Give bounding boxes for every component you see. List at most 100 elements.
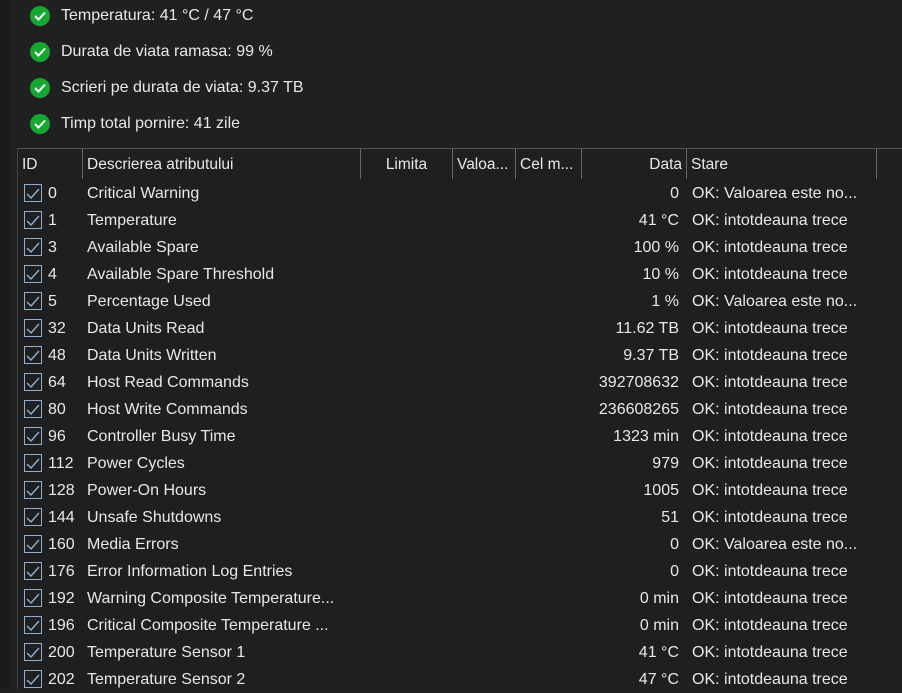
row-checkbox[interactable]: [24, 265, 42, 283]
column-header-0[interactable]: ID: [18, 149, 83, 179]
row-checkbox[interactable]: [24, 643, 42, 661]
row-checkbox[interactable]: [24, 211, 42, 229]
row-description: Media Errors: [87, 536, 179, 553]
summary-text: Scrieri pe durata de viata: 9.37 TB: [61, 79, 304, 96]
row-id: 160: [48, 536, 75, 553]
table-row[interactable]: 196 Critical Composite Temperature ... 0 m…: [18, 612, 902, 639]
row-id: 128: [48, 482, 75, 499]
table-row[interactable]: 48 Data Units Written 9.37 TB OK: intotdeau…: [18, 342, 902, 369]
row-state: OK: intotdeauna trece: [692, 347, 848, 364]
row-description: Host Write Commands: [87, 401, 248, 418]
column-header-6[interactable]: Stare: [687, 149, 877, 179]
row-id: 192: [48, 590, 75, 607]
table-row[interactable]: 202 Temperature Sensor 2 47 °C OK: intotdea…: [18, 666, 902, 693]
table-row[interactable]: 176 Error Information Log Entries 0 OK: int…: [18, 558, 902, 585]
table-row[interactable]: 64 Host Read Commands 392708632 OK: intotde…: [18, 369, 902, 396]
row-data: 1 %: [651, 293, 679, 310]
left-strip: [0, 0, 10, 688]
row-checkbox[interactable]: [24, 400, 42, 418]
row-id: 32: [48, 320, 66, 337]
table-row[interactable]: 96 Controller Busy Time 1323 min OK: intotd…: [18, 423, 902, 450]
row-data: 47 °C: [638, 671, 679, 688]
row-description: Warning Composite Temperature...: [87, 590, 335, 607]
table-header: ID Descrierea atributului Limita Valoa... Ce…: [18, 149, 902, 179]
column-header-1[interactable]: Descrierea atributului: [83, 149, 361, 179]
row-checkbox[interactable]: [24, 373, 42, 391]
row-id: 4: [48, 266, 57, 283]
row-checkbox[interactable]: [24, 589, 42, 607]
row-data: 392708632: [598, 374, 679, 391]
table-row[interactable]: 144 Unsafe Shutdowns 51 OK: intotdeauna tre…: [18, 504, 902, 531]
row-description: Critical Composite Temperature ...: [87, 617, 329, 634]
row-checkbox[interactable]: [24, 427, 42, 445]
table-row[interactable]: 1 Temperature 41 °C OK: intotdeauna trece: [18, 207, 902, 234]
row-description: Temperature Sensor 1: [87, 644, 246, 661]
row-checkbox[interactable]: [24, 346, 42, 364]
row-checkbox[interactable]: [24, 481, 42, 499]
summary-text: Timp total pornire: 41 zile: [61, 115, 241, 132]
row-checkbox[interactable]: [24, 616, 42, 634]
row-description: Available Spare: [87, 239, 199, 256]
row-state: OK: intotdeauna trece: [692, 482, 848, 499]
table-row[interactable]: 160 Media Errors 0 OK: Valoarea este no...: [18, 531, 902, 558]
row-checkbox[interactable]: [24, 454, 42, 472]
row-state: OK: Valoarea este no...: [692, 293, 858, 310]
row-state: OK: intotdeauna trece: [692, 590, 848, 607]
row-checkbox[interactable]: [24, 238, 42, 256]
table-row[interactable]: 128 Power-On Hours 1005 OK: intotdeauna tre…: [18, 477, 902, 504]
row-data: 9.37 TB: [623, 347, 679, 364]
column-header-2[interactable]: Limita: [361, 149, 453, 179]
row-state: OK: intotdeauna trece: [692, 644, 848, 661]
row-description: Available Spare Threshold: [87, 266, 275, 283]
column-header-5[interactable]: Data: [582, 149, 687, 179]
column-header-3[interactable]: Valoa...: [453, 149, 516, 179]
table-row[interactable]: 0 Critical Warning 0 OK: Valoarea este no..…: [18, 180, 902, 207]
row-state: OK: intotdeauna trece: [692, 563, 848, 580]
row-id: 64: [48, 374, 66, 391]
row-id: 176: [48, 563, 75, 580]
row-id: 200: [48, 644, 75, 661]
row-description: Unsafe Shutdowns: [87, 509, 222, 526]
row-data: 0: [670, 536, 679, 553]
table-row[interactable]: 192 Warning Composite Temperature... 0 min…: [18, 585, 902, 612]
row-checkbox[interactable]: [24, 562, 42, 580]
row-data: 0 min: [639, 617, 679, 634]
row-checkbox[interactable]: [24, 670, 42, 688]
row-checkbox[interactable]: [24, 508, 42, 526]
row-data: 41 °C: [638, 644, 679, 661]
row-description: Data Units Read: [87, 320, 205, 337]
summary-item: Durata de viata ramasa: 99 %: [30, 40, 273, 64]
ok-check-icon: [30, 6, 50, 26]
row-id: 0: [48, 185, 57, 202]
row-state: OK: intotdeauna trece: [692, 455, 848, 472]
attributes-table: ID Descrierea atributului Limita Valoa... Ce…: [17, 148, 902, 689]
row-checkbox[interactable]: [24, 184, 42, 202]
summary-text: Temperatura: 41 °C / 47 °C: [61, 7, 254, 24]
row-data: 1005: [643, 482, 679, 499]
row-checkbox[interactable]: [24, 319, 42, 337]
summary-item: Scrieri pe durata de viata: 9.37 TB: [30, 76, 304, 100]
row-description: Critical Warning: [87, 185, 200, 202]
row-data: 1323 min: [613, 428, 679, 445]
table-row[interactable]: 80 Host Write Commands 236608265 OK: intotd…: [18, 396, 902, 423]
table-row[interactable]: 200 Temperature Sensor 1 41 °C OK: intotdea…: [18, 639, 902, 666]
row-checkbox[interactable]: [24, 292, 42, 310]
row-checkbox[interactable]: [24, 535, 42, 553]
table-row[interactable]: 4 Available Spare Threshold 10 % OK: intotd…: [18, 261, 902, 288]
table-row[interactable]: 32 Data Units Read 11.62 TB OK: intotdeauna…: [18, 315, 902, 342]
row-data: 11.62 TB: [615, 320, 679, 337]
row-state: OK: intotdeauna trece: [692, 212, 848, 229]
row-description: Percentage Used: [87, 293, 211, 310]
summary-item: Timp total pornire: 41 zile: [30, 112, 240, 136]
row-data: 979: [652, 455, 679, 472]
row-id: 112: [48, 455, 74, 472]
column-header-4[interactable]: Cel m...: [516, 149, 582, 179]
row-id: 96: [48, 428, 66, 445]
table-row[interactable]: 112 Power Cycles 979 OK: intotdeauna trece: [18, 450, 902, 477]
row-data: 0: [670, 185, 679, 202]
table-row[interactable]: 5 Percentage Used 1 % OK: Valoarea este no.…: [18, 288, 902, 315]
row-id: 196: [48, 617, 75, 634]
row-id: 1: [48, 212, 57, 229]
summary-text: Durata de viata ramasa: 99 %: [61, 43, 273, 60]
table-row[interactable]: 3 Available Spare 100 % OK: intotdeauna tre…: [18, 234, 902, 261]
